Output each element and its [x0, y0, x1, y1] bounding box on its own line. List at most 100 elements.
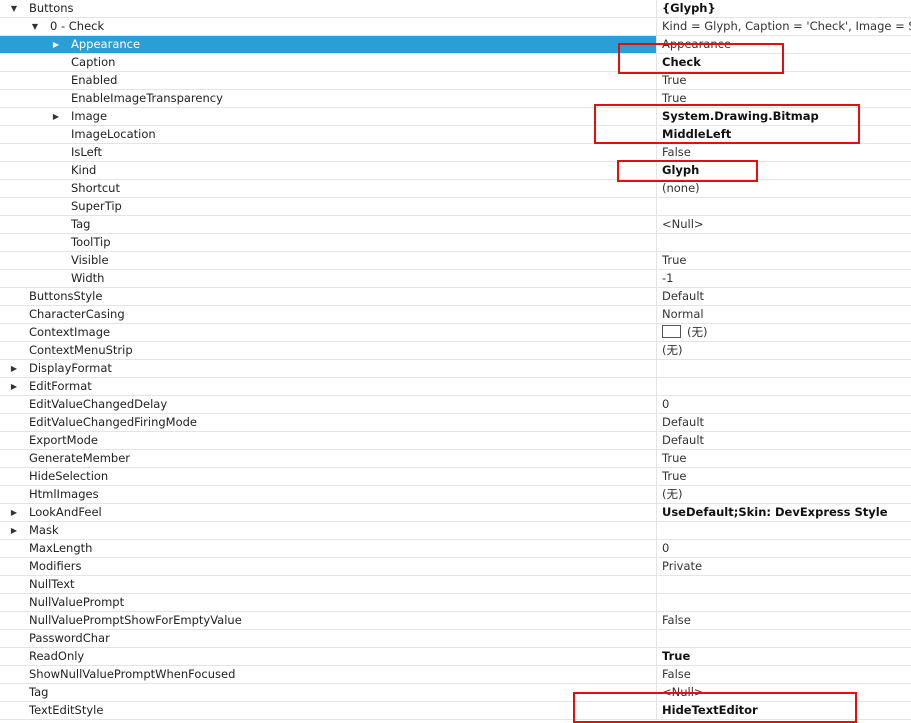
property-row[interactable]: NullValuePromptShowForEmptyValue False: [0, 612, 911, 630]
property-value-cell[interactable]: (无): [658, 342, 911, 359]
property-value-cell[interactable]: <Null>: [658, 216, 911, 233]
property-name-cell[interactable]: ▼ Buttons: [0, 0, 657, 17]
property-name-cell[interactable]: ▶ Image: [0, 108, 657, 125]
collapsed-arrow-icon[interactable]: ▶: [9, 522, 19, 539]
property-row[interactable]: EnableImageTransparency True: [0, 90, 911, 108]
property-value-cell[interactable]: <Null>: [658, 684, 911, 701]
property-row[interactable]: NullValuePrompt: [0, 594, 911, 612]
property-value-cell[interactable]: Default: [658, 288, 911, 305]
property-value-cell[interactable]: Kind = Glyph, Caption = 'Check', Image =…: [658, 18, 911, 35]
property-name-cell[interactable]: ▶ Mask: [0, 522, 657, 539]
property-name-cell[interactable]: NullText: [0, 576, 657, 593]
property-value-cell[interactable]: {Glyph}: [658, 0, 911, 17]
property-row[interactable]: HtmlImages (无): [0, 486, 911, 504]
property-row[interactable]: HideSelection True: [0, 468, 911, 486]
property-name-cell[interactable]: CharacterCasing: [0, 306, 657, 323]
property-value-cell[interactable]: True: [658, 72, 911, 89]
property-row[interactable]: Tag <Null>: [0, 684, 911, 702]
property-name-cell[interactable]: ContextMenuStrip: [0, 342, 657, 359]
property-value-cell[interactable]: True: [658, 252, 911, 269]
property-value-cell[interactable]: [658, 198, 911, 215]
property-value-cell[interactable]: UseDefault;Skin: DevExpress Style: [658, 504, 911, 521]
property-name-cell[interactable]: ToolTip: [0, 234, 657, 251]
property-name-cell[interactable]: ▼ 0 - Check: [0, 18, 657, 35]
property-value-cell[interactable]: [658, 522, 911, 539]
property-name-cell[interactable]: ImageLocation: [0, 126, 657, 143]
property-value-cell[interactable]: True: [658, 90, 911, 107]
property-value-cell[interactable]: False: [658, 612, 911, 629]
property-name-cell[interactable]: Shortcut: [0, 180, 657, 197]
property-name-cell[interactable]: GenerateMember: [0, 450, 657, 467]
property-row[interactable]: TextEditStyle HideTextEditor: [0, 702, 911, 720]
property-name-cell[interactable]: SuperTip: [0, 198, 657, 215]
property-name-cell[interactable]: Visible: [0, 252, 657, 269]
property-name-cell[interactable]: IsLeft: [0, 144, 657, 161]
property-name-cell[interactable]: ContextImage: [0, 324, 657, 341]
property-value-cell[interactable]: [658, 630, 911, 647]
property-name-cell[interactable]: ReadOnly: [0, 648, 657, 665]
property-row[interactable]: IsLeft False: [0, 144, 911, 162]
property-name-cell[interactable]: Caption: [0, 54, 657, 71]
expanded-arrow-icon[interactable]: ▼: [9, 0, 19, 17]
property-row[interactable]: PasswordChar: [0, 630, 911, 648]
property-value-cell[interactable]: Glyph: [658, 162, 911, 179]
property-row[interactable]: Modifiers Private: [0, 558, 911, 576]
property-value-cell[interactable]: MiddleLeft: [658, 126, 911, 143]
property-name-cell[interactable]: HideSelection: [0, 468, 657, 485]
property-row[interactable]: ImageLocation MiddleLeft: [0, 126, 911, 144]
property-row[interactable]: Kind Glyph: [0, 162, 911, 180]
property-row[interactable]: ▶ Image System.Drawing.Bitmap: [0, 108, 911, 126]
property-name-cell[interactable]: Tag: [0, 216, 657, 233]
property-row[interactable]: SuperTip: [0, 198, 911, 216]
property-value-cell[interactable]: Appearance: [658, 36, 911, 53]
property-name-cell[interactable]: Tag: [0, 684, 657, 701]
property-row[interactable]: ToolTip: [0, 234, 911, 252]
property-value-cell[interactable]: False: [658, 144, 911, 161]
property-value-cell[interactable]: [658, 360, 911, 377]
property-name-cell[interactable]: NullValuePrompt: [0, 594, 657, 611]
property-value-cell[interactable]: Normal: [658, 306, 911, 323]
property-row[interactable]: ContextImage (无): [0, 324, 911, 342]
property-row[interactable]: NullText: [0, 576, 911, 594]
property-row[interactable]: ▶ Appearance Appearance: [0, 36, 911, 54]
expanded-arrow-icon[interactable]: ▼: [30, 18, 40, 35]
collapsed-arrow-icon[interactable]: ▶: [9, 504, 19, 521]
property-name-cell[interactable]: TextEditStyle: [0, 702, 657, 719]
property-row[interactable]: ButtonsStyle Default: [0, 288, 911, 306]
property-name-cell[interactable]: NullValuePromptShowForEmptyValue: [0, 612, 657, 629]
property-name-cell[interactable]: MaxLength: [0, 540, 657, 557]
property-value-cell[interactable]: -1: [658, 270, 911, 287]
property-name-cell[interactable]: ▶ LookAndFeel: [0, 504, 657, 521]
property-name-cell[interactable]: Width: [0, 270, 657, 287]
property-row[interactable]: ▼ 0 - Check Kind = Glyph, Caption = 'Check…: [0, 18, 911, 36]
property-name-cell[interactable]: EditValueChangedDelay: [0, 396, 657, 413]
property-row[interactable]: ShowNullValuePromptWhenFocused False: [0, 666, 911, 684]
property-value-cell[interactable]: [658, 234, 911, 251]
property-row[interactable]: ▶ EditFormat: [0, 378, 911, 396]
property-row[interactable]: Enabled True: [0, 72, 911, 90]
property-value-cell[interactable]: 0: [658, 540, 911, 557]
property-row[interactable]: Visible True: [0, 252, 911, 270]
property-name-cell[interactable]: ▶ DisplayFormat: [0, 360, 657, 377]
property-name-cell[interactable]: ButtonsStyle: [0, 288, 657, 305]
property-name-cell[interactable]: ▶ Appearance: [0, 36, 657, 53]
collapsed-arrow-icon[interactable]: ▶: [9, 378, 19, 395]
property-row[interactable]: ▼ Buttons {Glyph}: [0, 0, 911, 18]
property-name-cell[interactable]: HtmlImages: [0, 486, 657, 503]
property-row[interactable]: EditValueChangedDelay 0: [0, 396, 911, 414]
property-value-cell[interactable]: True: [658, 468, 911, 485]
property-value-cell[interactable]: False: [658, 666, 911, 683]
property-name-cell[interactable]: EnableImageTransparency: [0, 90, 657, 107]
property-row[interactable]: Caption Check: [0, 54, 911, 72]
property-value-cell[interactable]: (无): [658, 324, 911, 341]
property-row[interactable]: ContextMenuStrip (无): [0, 342, 911, 360]
property-row[interactable]: Width -1: [0, 270, 911, 288]
property-name-cell[interactable]: PasswordChar: [0, 630, 657, 647]
property-row[interactable]: ▶ DisplayFormat: [0, 360, 911, 378]
property-row[interactable]: MaxLength 0: [0, 540, 911, 558]
property-value-cell[interactable]: True: [658, 450, 911, 467]
property-row[interactable]: ExportMode Default: [0, 432, 911, 450]
property-row[interactable]: GenerateMember True: [0, 450, 911, 468]
property-row[interactable]: ▶ LookAndFeel UseDefault;Skin: DevExpress …: [0, 504, 911, 522]
property-value-cell[interactable]: [658, 594, 911, 611]
